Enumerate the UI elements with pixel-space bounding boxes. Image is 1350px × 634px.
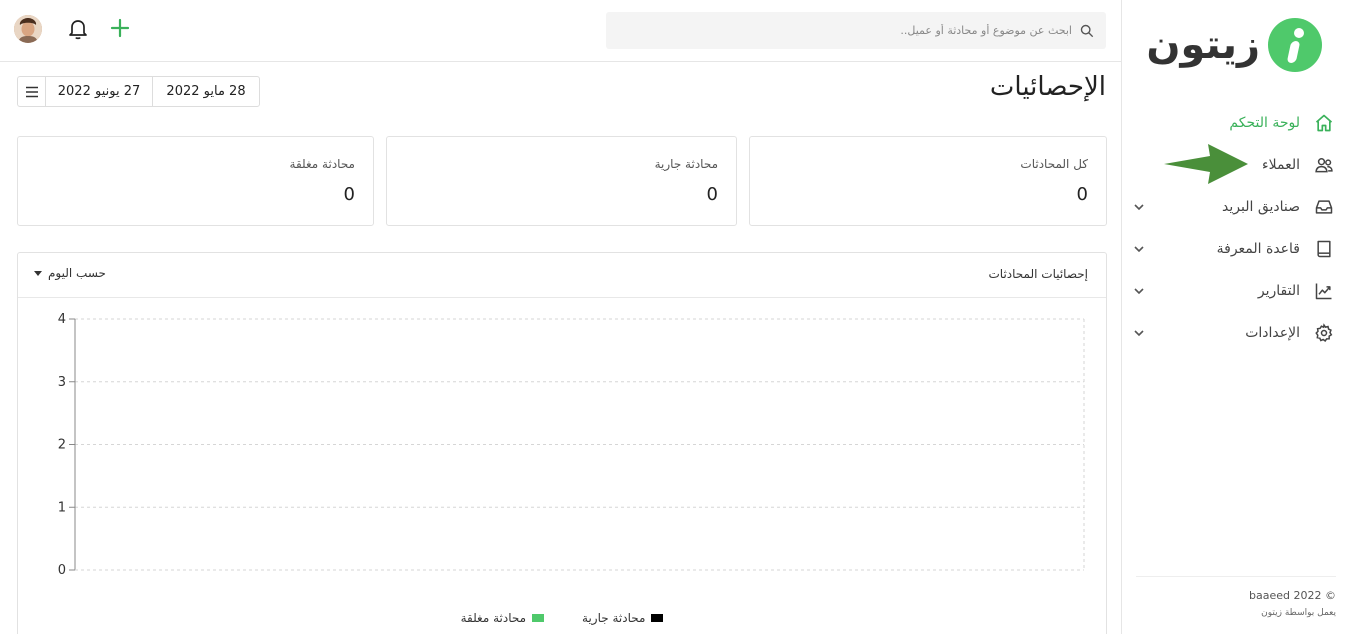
legend-label: محادثة جارية bbox=[582, 611, 646, 625]
stat-value: 0 bbox=[1076, 184, 1088, 205]
stat-card-open-conversations: محادثة جارية 0 bbox=[386, 136, 737, 226]
users-icon bbox=[1315, 158, 1333, 173]
legend-label: محادثة مغلقة bbox=[460, 611, 527, 625]
date-to[interactable]: 27 يونيو 2022 bbox=[46, 77, 152, 106]
stat-title: محادثة جارية bbox=[654, 157, 718, 171]
stat-card-closed-conversations: محادثة مغلقة 0 bbox=[17, 136, 374, 226]
legend-item[interactable]: محادثة جارية bbox=[582, 611, 664, 625]
y-tick-label: 3 bbox=[58, 375, 66, 390]
sidebar-footer: baaeed 2022 © يعمل بواسطة زيتون bbox=[1136, 576, 1336, 618]
sidebar-item-label: صناديق البريد bbox=[1222, 199, 1300, 215]
sidebar-item-dashboard[interactable]: لوحة التحكم bbox=[1121, 102, 1350, 144]
sidebar-item-label: الإعدادات bbox=[1245, 325, 1300, 341]
conversation-stats-panel: إحصائيات المحادثات حسب اليوم 0 1 2 3 4 محادث… bbox=[17, 252, 1107, 634]
sidebar-item-label: لوحة التحكم bbox=[1229, 115, 1300, 131]
avatar[interactable] bbox=[14, 15, 42, 43]
hamburger-icon bbox=[25, 86, 38, 97]
legend-item[interactable]: محادثة مغلقة bbox=[460, 611, 545, 625]
search-icon[interactable] bbox=[1080, 24, 1094, 38]
sidebar-item-label: العملاء bbox=[1262, 157, 1300, 173]
sidebar-item-settings[interactable]: الإعدادات bbox=[1121, 312, 1350, 354]
sidebar-item-reports[interactable]: التقارير bbox=[1121, 270, 1350, 312]
bell-icon[interactable] bbox=[68, 18, 88, 40]
chevron-down-icon bbox=[1134, 246, 1144, 253]
stat-title: محادثة مغلقة bbox=[289, 157, 355, 171]
copyright-text: baaeed 2022 © bbox=[1249, 589, 1336, 602]
logo-text: زيتون bbox=[1146, 22, 1261, 68]
caret-down-icon bbox=[34, 270, 42, 276]
menu-button[interactable] bbox=[18, 77, 46, 106]
inbox-icon bbox=[1315, 200, 1333, 214]
y-tick-label: 2 bbox=[58, 438, 66, 453]
date-range-picker[interactable]: 27 يونيو 2022 28 مايو 2022 bbox=[17, 76, 260, 107]
conversation-chart: 0 1 2 3 4 bbox=[58, 312, 1085, 578]
date-from[interactable]: 28 مايو 2022 bbox=[152, 77, 259, 106]
chevron-down-icon bbox=[1134, 330, 1144, 337]
stat-value: 0 bbox=[706, 184, 718, 205]
powered-by-text: يعمل بواسطة زيتون bbox=[1261, 608, 1336, 618]
y-tick-label: 0 bbox=[58, 563, 66, 578]
sidebar-item-knowledge-base[interactable]: قاعدة المعرفة bbox=[1121, 228, 1350, 270]
logo[interactable]: زيتون bbox=[1146, 12, 1322, 78]
logo-mark-icon bbox=[1268, 18, 1322, 72]
period-filter-dropdown[interactable]: حسب اليوم bbox=[34, 266, 106, 280]
chart-line-icon bbox=[1315, 283, 1332, 300]
sidebar-item-label: قاعدة المعرفة bbox=[1216, 241, 1300, 257]
chevron-down-icon bbox=[1134, 204, 1144, 211]
sidebar-item-label: التقارير bbox=[1257, 283, 1300, 299]
stat-card-all-conversations: كل المحادثات 0 bbox=[749, 136, 1107, 226]
stat-title: كل المحادثات bbox=[1020, 157, 1088, 171]
sidebar-item-mailboxes[interactable]: صناديق البريد bbox=[1121, 186, 1350, 228]
legend-swatch bbox=[651, 614, 664, 622]
period-filter-label: حسب اليوم bbox=[48, 266, 106, 280]
page-title: الإحصائيات bbox=[989, 72, 1106, 102]
y-tick-label: 1 bbox=[58, 500, 66, 515]
sidebar-nav: لوحة التحكم العملاء صناديق البريد قاعدة … bbox=[1121, 102, 1350, 354]
search-input[interactable] bbox=[632, 24, 1072, 37]
legend-swatch bbox=[532, 614, 545, 622]
gear-icon bbox=[1315, 323, 1333, 342]
plus-icon[interactable] bbox=[110, 18, 130, 38]
annotation-arrow-icon bbox=[1164, 144, 1248, 184]
panel-title: إحصائيات المحادثات bbox=[988, 267, 1088, 281]
topbar bbox=[0, 0, 1121, 62]
y-tick-label: 4 bbox=[58, 312, 66, 327]
chart-legend: محادثة جارية محادثة مغلقة bbox=[18, 611, 1106, 625]
home-icon bbox=[1315, 114, 1333, 132]
book-icon bbox=[1317, 240, 1331, 258]
sidebar: زيتون لوحة التحكم العملاء صناديق البريد … bbox=[1121, 0, 1350, 634]
chevron-down-icon bbox=[1134, 288, 1144, 295]
stat-value: 0 bbox=[343, 184, 355, 205]
panel-header: إحصائيات المحادثات حسب اليوم bbox=[18, 253, 1106, 298]
search-bar bbox=[606, 12, 1106, 49]
